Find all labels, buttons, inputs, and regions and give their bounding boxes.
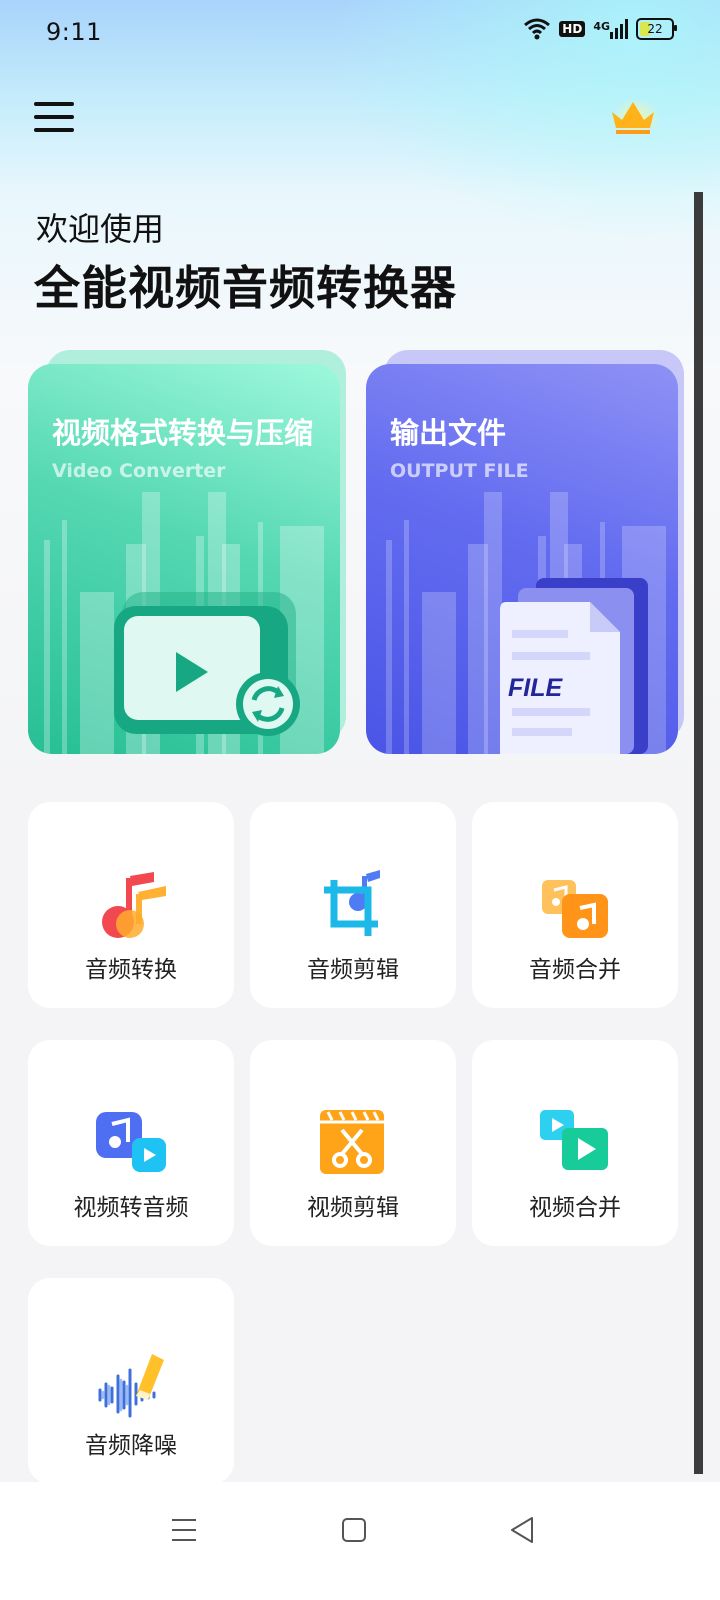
status-icons: HD 4G 22 <box>523 18 677 40</box>
card-title: 视频格式转换与压缩 <box>52 416 314 450</box>
tool-video-to-audio[interactable]: 视频转音频 <box>28 1040 234 1246</box>
back-icon[interactable] <box>502 1510 542 1550</box>
card-title: 输出文件 <box>390 416 507 450</box>
signal-icon <box>610 19 628 39</box>
tool-label: 视频合并 <box>529 1195 621 1221</box>
output-file-card[interactable]: FILE 输出文件 OUTPUT FILE <box>366 350 684 754</box>
welcome-text: 欢迎使用 <box>36 210 165 248</box>
tool-audio-merge[interactable]: 音频合并 <box>472 802 678 1008</box>
system-nav-bar <box>0 1482 720 1600</box>
tool-label: 视频转音频 <box>73 1195 189 1221</box>
tool-label: 音频剪辑 <box>307 957 399 983</box>
hd-badge: HD <box>559 21 586 37</box>
recent-apps-icon[interactable] <box>164 1510 204 1550</box>
tool-audio-denoise[interactable]: 音频降噪 <box>28 1278 234 1484</box>
battery-level: 22 <box>647 22 663 36</box>
audio-merge-icon <box>542 880 608 938</box>
crown-icon[interactable] <box>606 96 660 140</box>
network-type: 4G <box>593 20 610 33</box>
audio-convert-icon <box>102 872 166 938</box>
status-bar: 9:11 HD 4G 22 <box>0 0 720 64</box>
video-converter-card[interactable]: 视频格式转换与压缩 Video Converter <box>28 350 346 754</box>
card-subtitle: Video Converter <box>52 460 226 482</box>
tool-video-merge[interactable]: 视频合并 <box>472 1040 678 1246</box>
tool-audio-convert[interactable]: 音频转换 <box>28 802 234 1008</box>
tool-audio-crop[interactable]: 音频剪辑 <box>250 802 456 1008</box>
tool-video-cut[interactable]: 视频剪辑 <box>250 1040 456 1246</box>
wifi-icon <box>524 18 551 40</box>
tool-label: 视频剪辑 <box>307 1195 399 1221</box>
status-time: 9:11 <box>46 18 102 46</box>
tool-label: 音频降噪 <box>85 1433 177 1459</box>
tool-label: 音频转换 <box>85 957 177 983</box>
home-icon[interactable] <box>334 1510 374 1550</box>
audio-denoise-icon <box>98 1354 164 1418</box>
video-cut-icon <box>320 1110 384 1174</box>
card-subtitle: OUTPUT FILE <box>390 460 529 482</box>
tool-label: 音频合并 <box>529 957 621 983</box>
hamburger-menu-icon[interactable] <box>34 100 74 134</box>
file-art-text: FILE <box>508 674 563 702</box>
signal-indicator: 4G <box>593 19 628 39</box>
video-to-audio-icon <box>96 1112 166 1172</box>
audio-crop-icon <box>324 870 380 936</box>
app-title: 全能视频音频转换器 <box>34 261 457 315</box>
file-label-art: FILE <box>508 674 563 702</box>
video-merge-icon <box>540 1110 608 1170</box>
scrollbar[interactable] <box>694 192 703 1474</box>
battery-icon: 22 <box>636 18 677 40</box>
